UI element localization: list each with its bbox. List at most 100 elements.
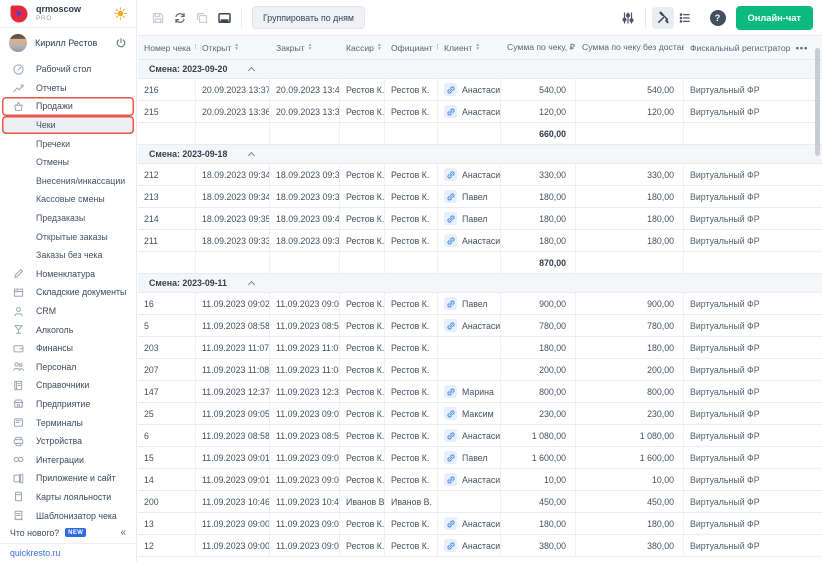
- chevron-up-icon[interactable]: [248, 151, 256, 159]
- table-row[interactable]: 214 18.09.2023 09:35 18.09.2023 09:41 Ресто…: [138, 208, 822, 230]
- column-settings-button[interactable]: •••: [791, 36, 813, 59]
- sort-icon[interactable]: ▴▾: [476, 42, 479, 51]
- client-link-icon[interactable]: [444, 105, 457, 118]
- filters-sliders-icon[interactable]: [617, 7, 639, 29]
- sidebar-item-finance[interactable]: Финансы: [0, 339, 136, 358]
- table-row[interactable]: 200 11.09.2023 10:46 11.09.2023 10:46 Ивано…: [138, 491, 822, 513]
- table-row[interactable]: 14 11.09.2023 09:01 11.09.2023 09:01 Рестов…: [138, 469, 822, 491]
- column-header-7[interactable]: Сумма по чеку, ₽▴▾: [501, 36, 576, 59]
- column-header-4[interactable]: Кассир ▴ ▾: [340, 36, 385, 59]
- sort-icon[interactable]: ▴▾: [309, 42, 312, 51]
- sidebar-item-preorders[interactable]: Предзаказы: [0, 209, 136, 228]
- table-row[interactable]: 13 11.09.2023 09:00 11.09.2023 09:00 Рестов…: [138, 513, 822, 535]
- vertical-scrollbar[interactable]: [815, 48, 820, 156]
- shift-group-header[interactable]: Смена: 2023-09-20: [138, 60, 822, 79]
- client-link-icon[interactable]: [444, 451, 457, 464]
- client-link-icon[interactable]: [444, 168, 457, 181]
- online-chat-button[interactable]: Онлайн-чат: [735, 5, 813, 30]
- table-row[interactable]: 215 20.09.2023 13:36 20.09.2023 13:36 Ресто…: [138, 101, 822, 123]
- table-row[interactable]: 211 18.09.2023 09:33 18.09.2023 09:33 Ресто…: [138, 230, 822, 252]
- user-row[interactable]: Кирилл Рестов: [0, 28, 136, 58]
- table-row[interactable]: 15 11.09.2023 09:01 11.09.2023 09:02 Рестов…: [138, 447, 822, 469]
- whats-new-row[interactable]: Что нового? NEW «: [0, 522, 136, 543]
- sidebar-item-staff[interactable]: Персонал: [0, 358, 136, 377]
- sidebar-item-integrations[interactable]: Интеграции: [0, 450, 136, 469]
- table-row[interactable]: 147 11.09.2023 12:37 11.09.2023 12:37 Ресто…: [138, 381, 822, 403]
- table-row[interactable]: 213 18.09.2023 09:34 18.09.2023 09:35 Ресто…: [138, 186, 822, 208]
- cashier-cell: Рестов К.: [340, 293, 385, 314]
- list-view-icon[interactable]: [674, 7, 696, 29]
- fiscal-cell: Виртуальный ФР: [690, 430, 760, 441]
- cashier-cell: Рестов К.: [340, 315, 385, 336]
- sidebar-item-pre-checks[interactable]: Пречеки: [0, 134, 136, 153]
- client-link-icon[interactable]: [444, 319, 457, 332]
- logout-power-icon[interactable]: [115, 37, 127, 49]
- sidebar-item-terminals[interactable]: Терминалы: [0, 413, 136, 432]
- column-header-1[interactable]: Номер чека▴▾: [138, 36, 196, 59]
- sidebar-item-app-and-site[interactable]: Приложение и сайт: [0, 469, 136, 488]
- sidebar-item-sales[interactable]: Продажи: [2, 97, 134, 116]
- shift-group-header[interactable]: Смена: 2023-09-18: [138, 145, 822, 164]
- sidebar-item-deposits-collections[interactable]: Внесения/инкассации: [0, 172, 136, 191]
- column-header-5[interactable]: Официант▴▾: [385, 36, 438, 59]
- sort-icon[interactable]: ▴▾: [378, 42, 381, 51]
- column-header-8[interactable]: Сумма по чеку без доставки, ₽: [576, 36, 684, 59]
- table-row[interactable]: 25 11.09.2023 09:05 11.09.2023 09:06 Рестов…: [138, 403, 822, 425]
- sidebar-item-cancellations[interactable]: Отмены: [0, 153, 136, 172]
- sort-icon[interactable]: ▴▾: [235, 42, 238, 51]
- column-header-2[interactable]: Открыт ▴ ▾: [196, 36, 270, 59]
- sidebar-item-open-orders[interactable]: Открытые заказы: [0, 227, 136, 246]
- table-row[interactable]: 216 20.09.2023 13:37 20.09.2023 13:40 Ресто…: [138, 79, 822, 101]
- sidebar-item-orders-without-check[interactable]: Заказы без чека: [0, 246, 136, 265]
- table-row[interactable]: 16 11.09.2023 09:02 11.09.2023 09:02 Рестов…: [138, 293, 822, 315]
- copy-icon[interactable]: [191, 7, 213, 29]
- refresh-icon[interactable]: [169, 7, 191, 29]
- check-number-cell: 215: [138, 101, 196, 122]
- shift-group-header[interactable]: Смена: 2023-09-11: [138, 274, 822, 293]
- client-link-icon[interactable]: [444, 83, 457, 96]
- client-link-icon[interactable]: [444, 234, 457, 247]
- column-header-6[interactable]: Клиент ▴ ▾: [438, 36, 501, 59]
- theme-toggle-sun-icon[interactable]: [114, 7, 127, 20]
- table-row[interactable]: 6 11.09.2023 08:58 11.09.2023 08:59 Рестов …: [138, 425, 822, 447]
- client-link-icon[interactable]: [444, 385, 457, 398]
- client-link-icon[interactable]: [444, 407, 457, 420]
- tools-icon[interactable]: [651, 6, 674, 29]
- column-header-9[interactable]: Фискальный регистратор▴▾: [684, 36, 791, 59]
- sidebar-item-directories[interactable]: Справочники: [0, 376, 136, 395]
- client-link-icon[interactable]: [444, 517, 457, 530]
- sidebar-item-cash-shifts[interactable]: Кассовые смены: [0, 190, 136, 209]
- client-link-icon[interactable]: [444, 473, 457, 486]
- sidebar-item-warehouse-docs[interactable]: Складские документы: [0, 283, 136, 302]
- table-row[interactable]: 203 11.09.2023 11:07 11.09.2023 11:07 Ресто…: [138, 337, 822, 359]
- table-row[interactable]: 12 11.09.2023 09:00 11.09.2023 09:00 Рестов…: [138, 535, 822, 557]
- client-link-icon[interactable]: [444, 429, 457, 442]
- sidebar-item-crm[interactable]: CRM: [0, 302, 136, 321]
- chevron-up-icon[interactable]: [248, 66, 256, 74]
- sidebar-item-nomenclature[interactable]: Номенклатура: [0, 265, 136, 284]
- save-icon[interactable]: [147, 7, 169, 29]
- table-row[interactable]: 212 18.09.2023 09:34 18.09.2023 09:34 Ресто…: [138, 164, 822, 186]
- column-header-3[interactable]: Закрыт ▴ ▾: [270, 36, 340, 59]
- chevron-up-icon[interactable]: [247, 280, 255, 288]
- table-row[interactable]: 207 11.09.2023 11:08 11.09.2023 11:08 Ресто…: [138, 359, 822, 381]
- table-row[interactable]: 5 11.09.2023 08:58 11.09.2023 08:58 Рестов …: [138, 315, 822, 337]
- client-link-icon[interactable]: [444, 539, 457, 552]
- client-link-icon[interactable]: [444, 190, 457, 203]
- closed-cell: 20.09.2023 13:36: [270, 101, 340, 122]
- sidebar-item-alcohol[interactable]: Алкоголь: [0, 320, 136, 339]
- quickresto-site-link[interactable]: quickresto.ru: [10, 548, 60, 558]
- group-by-days-button[interactable]: Группировать по дням: [252, 6, 365, 29]
- fiscal-cell: Виртуальный ФР: [690, 106, 760, 117]
- display-mode-icon[interactable]: [213, 7, 235, 29]
- sidebar-item-reports[interactable]: Отчеты: [0, 79, 136, 98]
- help-button[interactable]: ?: [709, 9, 726, 26]
- collapse-sidebar-icon[interactable]: «: [120, 527, 126, 538]
- sidebar-item-enterprise[interactable]: Предприятие: [0, 395, 136, 414]
- sidebar-item-loyalty-cards[interactable]: Карты лояльности: [0, 488, 136, 507]
- client-link-icon[interactable]: [444, 297, 457, 310]
- client-link-icon[interactable]: [444, 212, 457, 225]
- sidebar-item-dashboard[interactable]: Рабочий стол: [0, 60, 136, 79]
- sidebar-item-checks[interactable]: Чеки: [2, 115, 134, 135]
- sidebar-item-devices[interactable]: Устройства: [0, 432, 136, 451]
